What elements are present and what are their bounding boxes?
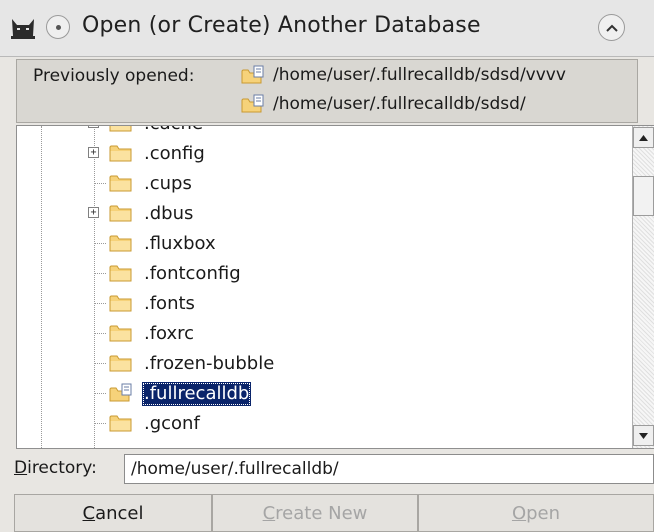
scroll-up-button[interactable]: [633, 127, 654, 148]
tree-item-label: .dbus: [144, 203, 194, 224]
folder-icon: [109, 143, 133, 163]
open-button[interactable]: Open: [418, 494, 654, 532]
create-new-button[interactable]: Create New: [212, 494, 418, 532]
tree-row[interactable]: .fonts: [17, 289, 637, 319]
tree-item-label: .frozen-bubble: [144, 353, 275, 374]
tree-item-label: .cups: [144, 173, 192, 194]
arrow-up-icon: [639, 134, 648, 141]
cat-app-icon: [11, 19, 35, 39]
directory-input[interactable]: [124, 454, 654, 484]
expand-icon[interactable]: +: [88, 126, 99, 128]
tree-item-label: .cache: [142, 126, 205, 136]
tree-item-label: .fluxbox: [144, 233, 216, 254]
folder-icon: [109, 203, 133, 223]
arrow-down-icon: [639, 432, 648, 439]
directory-label: Directory:: [14, 458, 97, 478]
tree-row[interactable]: .fullrecalldb: [17, 379, 637, 409]
database-folder-icon: [241, 94, 265, 114]
tree-row[interactable]: .foxrc: [17, 319, 637, 349]
dialog-window: Open (or Create) Another Database Previo…: [0, 0, 654, 532]
scroll-thumb[interactable]: [633, 176, 654, 216]
tree-row[interactable]: .fluxbox: [17, 229, 637, 259]
database-folder-icon: [241, 65, 265, 85]
tree-item-label: .foxrc: [144, 323, 195, 344]
sticky-button[interactable]: [46, 15, 70, 39]
folder-icon: [109, 323, 133, 343]
tree-item-label: .config: [144, 143, 205, 164]
folder-icon: [109, 263, 133, 283]
tree-row[interactable]: + .dbus: [17, 199, 637, 229]
chevron-up-icon: [605, 24, 618, 32]
window-title: Open (or Create) Another Database: [82, 13, 481, 38]
previously-opened-label: Previously opened:: [33, 66, 195, 86]
tree-item-label: .fullrecalldb: [142, 382, 252, 406]
tree-row[interactable]: + .cache: [17, 125, 637, 139]
previous-entry[interactable]: /home/user/.fullrecalldb/sdsd/: [241, 92, 526, 116]
title-bar[interactable]: Open (or Create) Another Database: [0, 0, 654, 57]
tree-row[interactable]: .frozen-bubble: [17, 349, 637, 379]
tree-row[interactable]: + .config: [17, 139, 637, 169]
tree-item-label: .fontconfig: [144, 263, 241, 284]
tree-row[interactable]: .fontconfig: [17, 259, 637, 289]
previous-entry-path: /home/user/.fullrecalldb/sdsd/: [273, 94, 526, 114]
folder-icon: [109, 353, 133, 373]
tree-item-label: .fonts: [144, 293, 195, 314]
tree-row[interactable]: .cups: [17, 169, 637, 199]
cancel-button[interactable]: Cancel: [14, 494, 212, 532]
previous-entry[interactable]: /home/user/.fullrecalldb/sdsd/vvvv: [241, 63, 566, 87]
folder-icon: [109, 173, 133, 193]
folder-icon: [109, 233, 133, 253]
maximize-button[interactable]: [598, 14, 625, 41]
previous-entry-path: /home/user/.fullrecalldb/sdsd/vvvv: [273, 65, 566, 85]
vertical-scrollbar[interactable]: [632, 126, 654, 448]
folder-icon: [109, 413, 133, 433]
expand-icon[interactable]: +: [88, 207, 99, 218]
folder-icon: [109, 293, 133, 313]
directory-tree[interactable]: + .cache + .config .cups + .dbus .fluxbox .fontc…: [16, 125, 654, 449]
tree-row[interactable]: .gconf: [17, 409, 637, 439]
tree-item-label: .gconf: [144, 413, 200, 434]
dot-icon: [55, 24, 61, 30]
previously-opened-panel: Previously opened: /home/user/.fullrecal…: [16, 59, 638, 123]
folder-icon: [109, 125, 133, 133]
database-folder-icon: [109, 383, 133, 403]
expand-icon[interactable]: +: [88, 147, 99, 158]
scroll-down-button[interactable]: [633, 425, 654, 446]
